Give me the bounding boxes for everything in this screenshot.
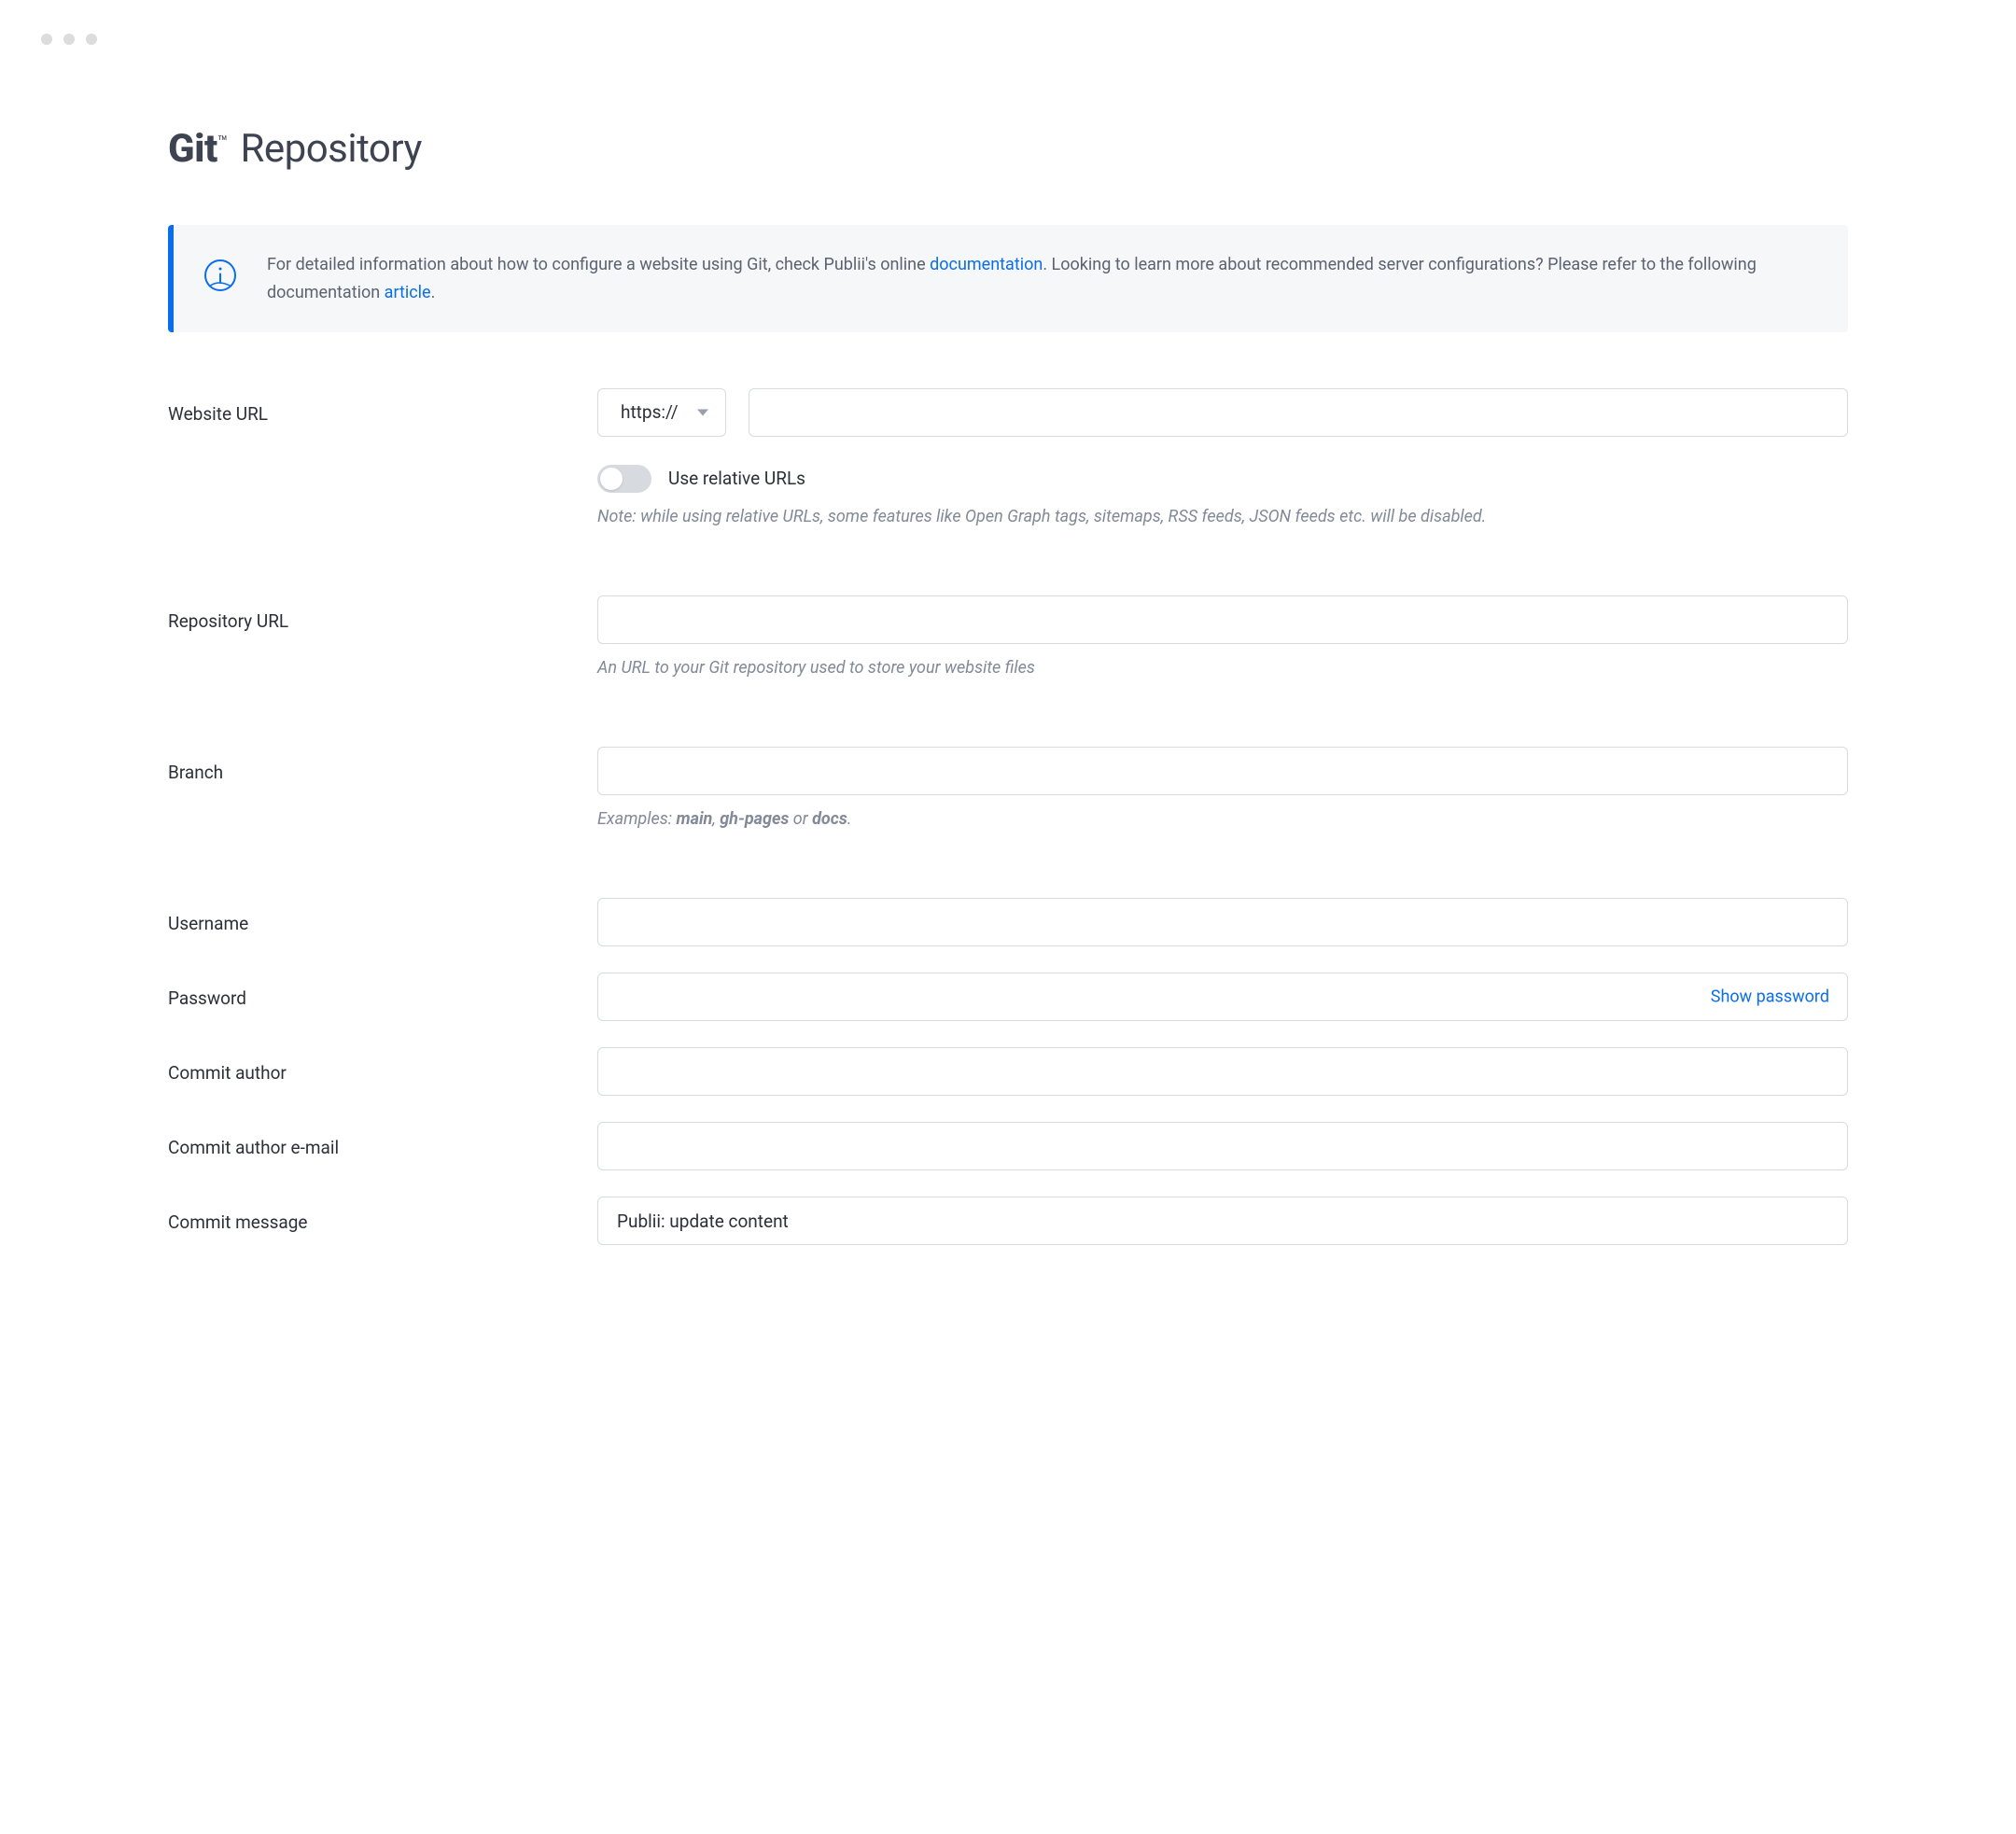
page-title-rest: Repository (231, 126, 422, 172)
branch-example: gh-pages (720, 809, 789, 829)
window-dot (41, 34, 52, 45)
commit-author-input[interactable] (597, 1047, 1848, 1096)
info-banner-text: For detailed information about how to co… (267, 251, 1811, 306)
commit-message-input[interactable] (597, 1197, 1848, 1245)
chevron-down-icon (697, 410, 708, 416)
branch-help-part: or (789, 809, 812, 829)
info-icon (202, 257, 239, 294)
branch-example: main (676, 809, 712, 829)
relative-urls-note: Note: while using relative URLs, some fe… (597, 504, 1848, 530)
form-row-password: Password Show password (168, 973, 1848, 1021)
form-row-username: Username (168, 898, 1848, 946)
branch-help: Examples: main, gh-pages or docs. (597, 806, 1848, 833)
form-row-commit-author: Commit author (168, 1047, 1848, 1096)
window-traffic-lights (0, 0, 2016, 45)
protocol-select[interactable]: https:// (597, 388, 726, 437)
label-website-url: Website URL (168, 388, 597, 428)
form-row-commit-email: Commit author e-mail (168, 1122, 1848, 1170)
username-input[interactable] (597, 898, 1848, 946)
commit-email-input[interactable] (597, 1122, 1848, 1170)
branch-help-part: . (847, 809, 852, 829)
info-banner: For detailed information about how to co… (168, 225, 1848, 332)
form-row-commit-message: Commit message (168, 1197, 1848, 1245)
window-dot (63, 34, 75, 45)
label-username: Username (168, 898, 597, 938)
article-link[interactable]: article (385, 283, 431, 302)
repo-url-help: An URL to your Git repository used to st… (597, 655, 1848, 681)
window-dot (86, 34, 97, 45)
branch-example: docs (812, 809, 847, 829)
banner-text-part: For detailed information about how to co… (267, 255, 930, 274)
form-row-branch: Branch Examples: main, gh-pages or docs. (168, 747, 1848, 833)
form-row-website-url: Website URL https:// Use relative URLs N… (168, 388, 1848, 530)
trademark-symbol: ™ (217, 133, 228, 152)
label-password: Password (168, 973, 597, 1013)
documentation-link[interactable]: documentation (930, 255, 1043, 274)
show-password-button[interactable]: Show password (1711, 987, 1829, 1007)
password-input[interactable] (597, 973, 1848, 1021)
label-repo-url: Repository URL (168, 595, 597, 636)
form-row-repo-url: Repository URL An URL to your Git reposi… (168, 595, 1848, 681)
branch-input[interactable] (597, 747, 1848, 795)
relative-urls-label: Use relative URLs (668, 466, 805, 493)
label-commit-email: Commit author e-mail (168, 1122, 597, 1162)
branch-help-part: Examples: (597, 809, 676, 829)
label-commit-message: Commit message (168, 1197, 597, 1237)
label-branch: Branch (168, 747, 597, 787)
label-commit-author: Commit author (168, 1047, 597, 1087)
page-title-brand: Git (168, 126, 217, 172)
repo-url-input[interactable] (597, 595, 1848, 644)
relative-urls-toggle[interactable] (597, 465, 651, 493)
page-title: Git™ Repository (168, 119, 1848, 178)
protocol-value: https:// (621, 399, 679, 427)
website-url-input[interactable] (749, 388, 1848, 437)
banner-text-part: . (431, 283, 436, 302)
